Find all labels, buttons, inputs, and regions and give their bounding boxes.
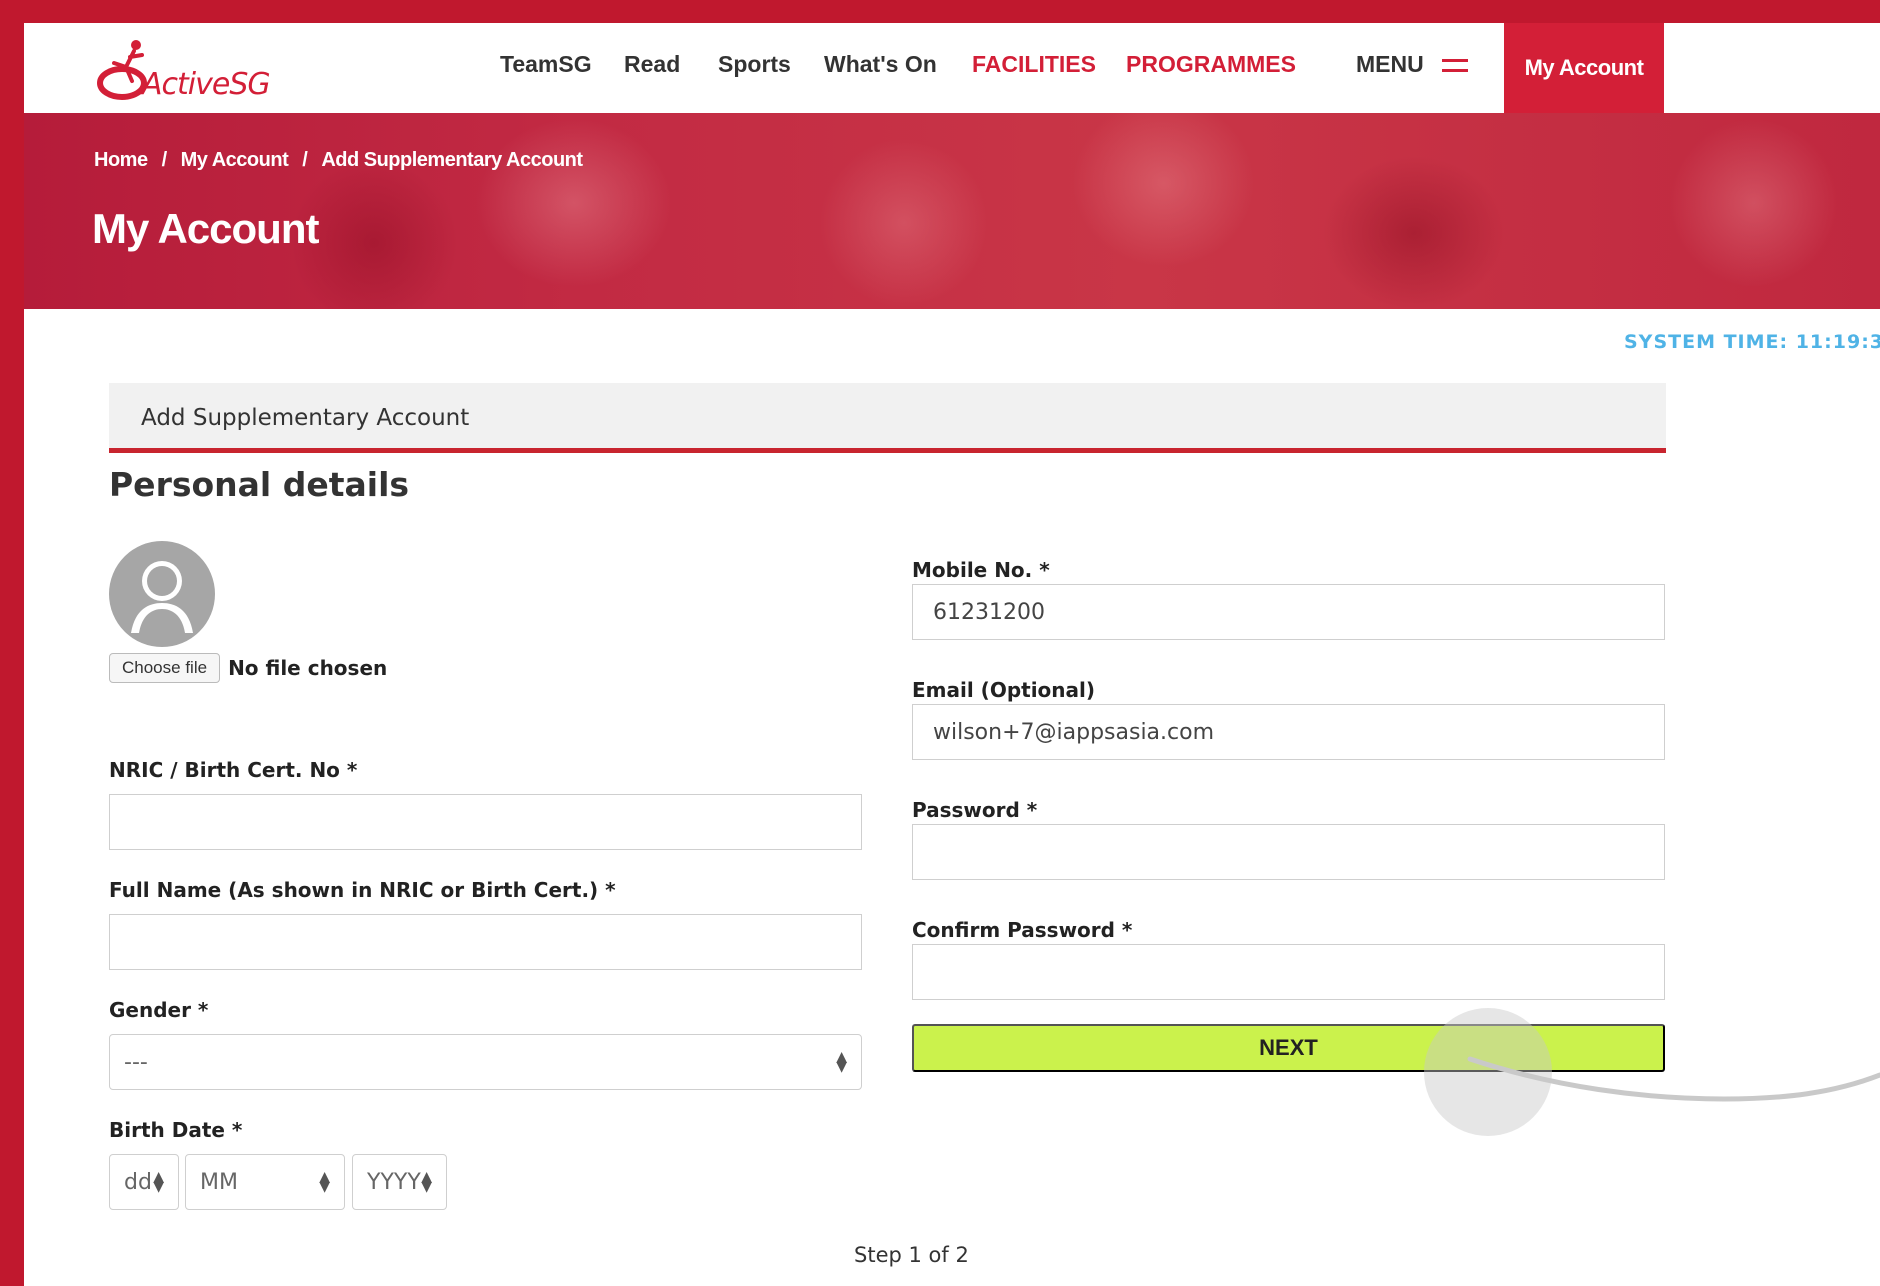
gender-label: Gender * (109, 998, 209, 1022)
avatar (109, 541, 215, 647)
fullname-label: Full Name (As shown in NRIC or Birth Cer… (109, 878, 616, 902)
birth-day-value: dd (124, 1169, 152, 1195)
select-arrows-icon: ▲ ▼ (421, 1169, 432, 1195)
logo-text: ActiveSG (142, 67, 271, 102)
my-account-button[interactable]: My Account (1504, 23, 1664, 113)
nav-teamsg[interactable]: TeamSG (500, 51, 592, 78)
panel-title: Add Supplementary Account (141, 405, 470, 431)
nric-input[interactable] (109, 794, 862, 850)
page-title: My Account (92, 205, 319, 252)
page-frame: ActiveSG TeamSG Read Sports What's On FA… (24, 23, 1880, 1286)
cursor-trail (1467, 1056, 1880, 1102)
password-label: Password * (912, 798, 1038, 822)
panel-header: Add Supplementary Account (109, 383, 1666, 453)
email-label: Email (Optional) (912, 678, 1096, 702)
birth-month-select[interactable]: MM ▲ ▼ (185, 1154, 345, 1210)
select-arrows-icon: ▲ ▼ (153, 1169, 164, 1195)
top-nav: ActiveSG TeamSG Read Sports What's On FA… (24, 23, 1880, 113)
fullname-input[interactable] (109, 914, 862, 970)
nav-whats-on[interactable]: What's On (824, 51, 937, 78)
file-status: No file chosen (228, 656, 388, 680)
activesg-logo[interactable]: ActiveSG (92, 37, 272, 107)
mobile-label: Mobile No. * (912, 558, 1050, 582)
password-input[interactable] (912, 824, 1665, 880)
birth-month-value: MM (200, 1169, 238, 1195)
hero-banner: Home / My Account / Add Supplementary Ac… (24, 113, 1880, 309)
breadcrumb-my-account[interactable]: My Account (181, 149, 289, 172)
file-upload: Choose file No file chosen (109, 653, 387, 683)
mobile-input[interactable]: 61231200 (912, 584, 1665, 640)
gender-select[interactable]: --- ▲ ▼ (109, 1034, 862, 1090)
avatar-placeholder-icon (109, 541, 215, 647)
gender-value: --- (124, 1049, 148, 1075)
breadcrumb: Home / My Account / Add Supplementary Ac… (94, 149, 583, 172)
nav-programmes[interactable]: PROGRAMMES (1126, 51, 1296, 78)
nav-facilities[interactable]: FACILITIES (972, 51, 1096, 78)
confirm-password-input[interactable] (912, 944, 1665, 1000)
breadcrumb-current: Add Supplementary Account (321, 149, 583, 171)
select-arrows-icon: ▲ ▼ (319, 1169, 330, 1195)
birthdate-label: Birth Date * (109, 1118, 243, 1142)
breadcrumb-home[interactable]: Home (94, 149, 148, 172)
system-time: SYSTEM TIME: 11:19:32 (1624, 331, 1880, 353)
step-indicator: Step 1 of 2 (854, 1243, 969, 1267)
menu-button[interactable]: MENU (1356, 51, 1468, 78)
breadcrumb-separator: / (161, 149, 168, 171)
menu-label: MENU (1356, 51, 1424, 77)
birth-year-value: YYYY (367, 1169, 421, 1195)
nav-read[interactable]: Read (624, 51, 680, 78)
nav-sports[interactable]: Sports (718, 51, 791, 78)
nric-label: NRIC / Birth Cert. No * (109, 758, 358, 782)
choose-file-button[interactable]: Choose file (109, 653, 221, 683)
select-arrows-icon: ▲ ▼ (836, 1049, 847, 1075)
breadcrumb-separator: / (302, 149, 308, 171)
section-title: Personal details (109, 465, 410, 504)
birth-day-select[interactable]: dd ▲ ▼ (109, 1154, 179, 1210)
birth-year-select[interactable]: YYYY ▲ ▼ (352, 1154, 447, 1210)
hamburger-icon (1441, 57, 1468, 73)
email-input[interactable]: wilson+7@iappsasia.com (912, 704, 1665, 760)
confirm-password-label: Confirm Password * (912, 918, 1133, 942)
